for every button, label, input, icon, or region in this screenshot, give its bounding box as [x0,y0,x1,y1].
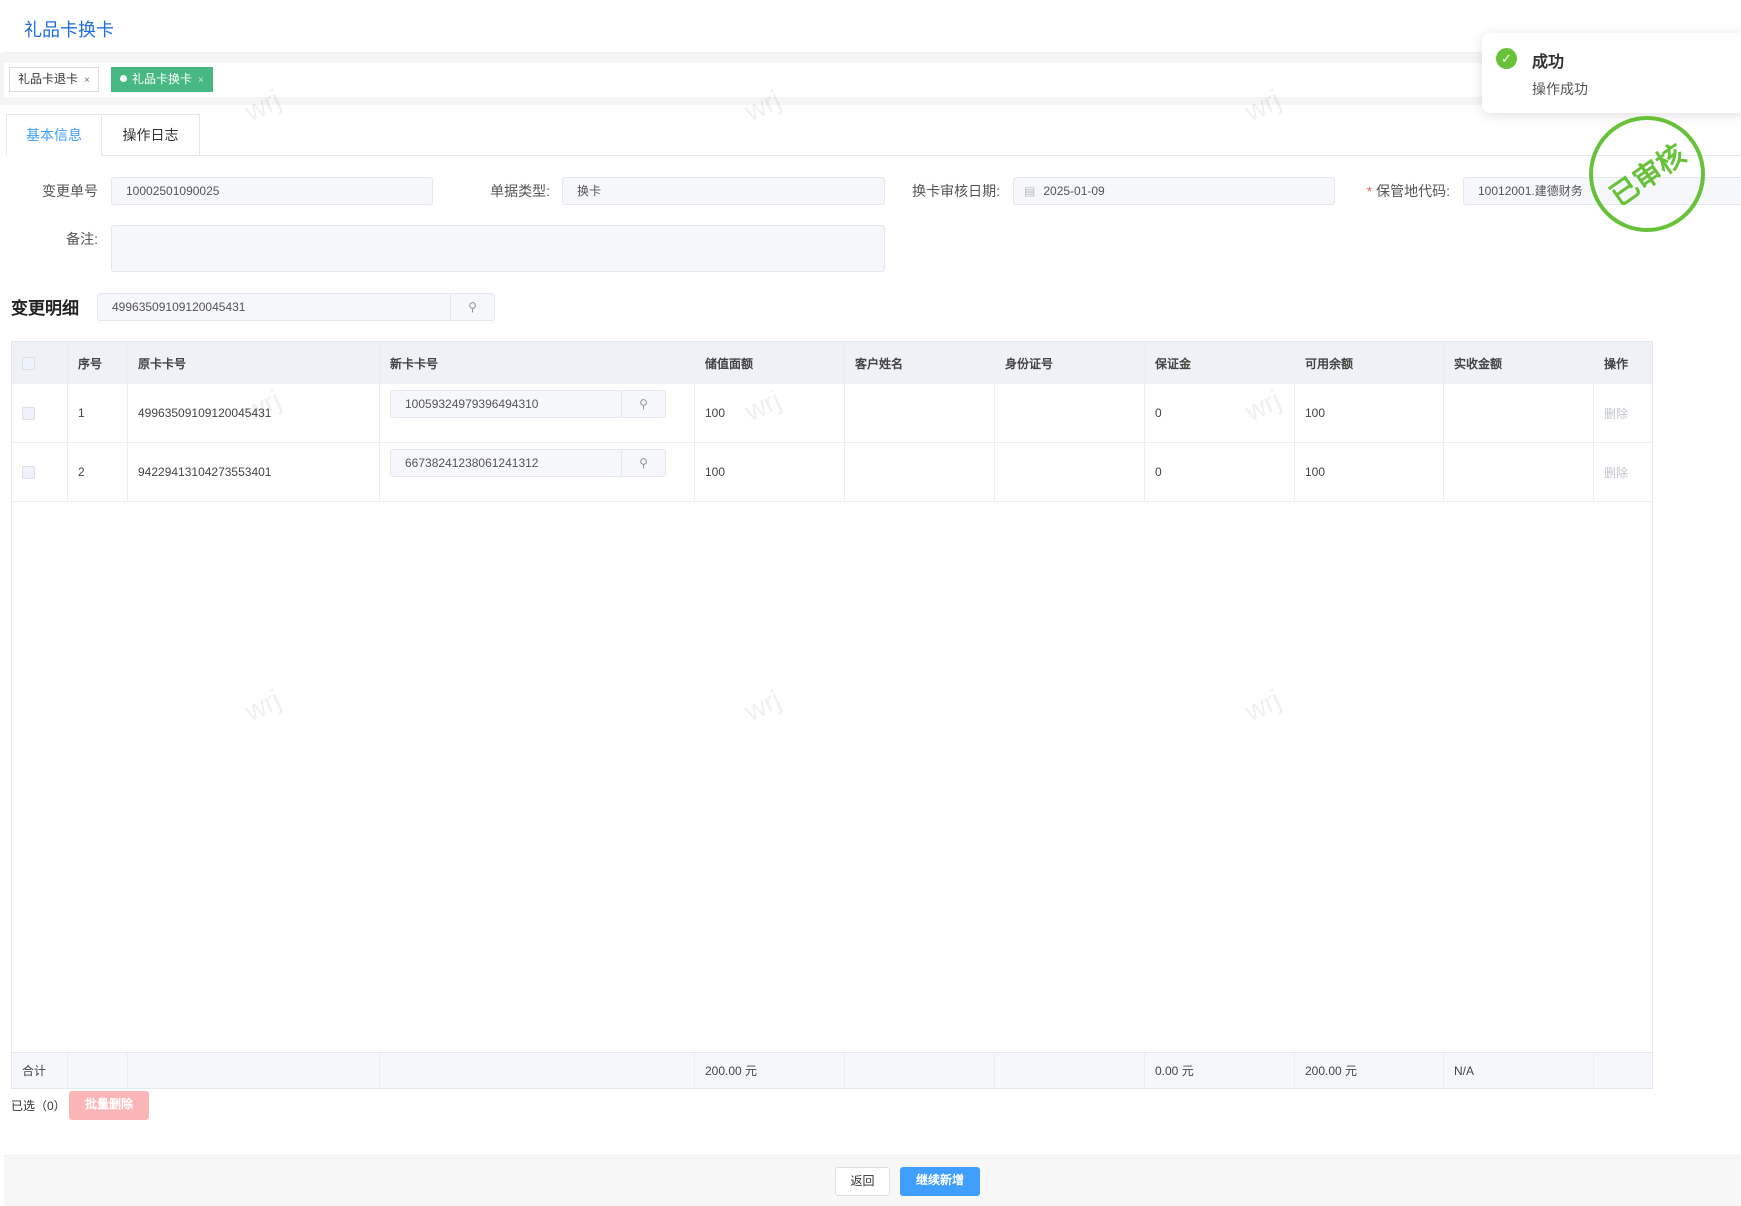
cell-deposit: 0 [1145,443,1295,501]
col-balance: 可用余额 [1295,342,1444,384]
selected-count: 已选（0） [11,1099,66,1113]
footer-cell [68,1053,128,1088]
detail-search-value: 49963509109120045431 [112,300,246,314]
col-deposit: 保证金 [1145,342,1295,384]
col-new-card: 新卡卡号 [380,342,695,384]
search-icon[interactable]: ⚲ [621,450,665,476]
back-button[interactable]: 返回 [835,1167,890,1196]
col-seq: 序号 [68,342,128,384]
table-footer: 合计 200.00 元 0.00 元 200.00 元 N/A [12,1052,1652,1088]
calendar-icon: ▤ [1024,184,1036,198]
close-icon[interactable]: × [84,75,90,86]
cell-balance: 100 [1295,443,1444,501]
footer-bar: 返回 继续新增 [4,1155,1741,1206]
col-received: 实收金额 [1444,342,1594,384]
cell-seq: 1 [68,384,128,442]
search-icon[interactable]: ⚲ [450,294,494,320]
doc-type-label: 单据类型: [490,183,550,199]
success-check-icon: ✓ [1496,48,1517,69]
col-id: 身份证号 [995,342,1145,384]
toast-message: 操作成功 [1532,81,1588,97]
cell-seq: 2 [68,443,128,501]
footer-cell [128,1053,380,1088]
footer-label: 合计 [12,1053,68,1088]
delete-link[interactable]: 删除 [1594,443,1654,501]
row-select[interactable] [12,384,68,442]
new-card-input[interactable]: 10059324979396494310 ⚲ [390,390,666,418]
tag-gift-card-refund[interactable]: 礼品卡退卡 × [9,67,99,92]
col-action: 操作 [1604,356,1629,371]
close-icon[interactable]: × [198,75,204,86]
cell-id [995,384,1145,442]
audit-date-value: 2025-01-09 [1043,184,1105,198]
success-toast: ✓ 成功 操作成功 [1482,33,1741,113]
table-header: 序号 原卡卡号 新卡卡号 储值面额 客户姓名 身份证号 保证金 可用余额 实收金… [12,342,1652,384]
remark-textarea[interactable] [111,225,885,272]
cell-new-card: 10059324979396494310 ⚲ [380,384,695,442]
header-select-all[interactable] [12,342,68,384]
new-card-value: 10059324979396494310 [405,397,539,411]
cell-old-card: 94229413104273553401 [128,443,380,501]
remark-label: 备注: [66,231,98,247]
tag-label: 礼品卡退卡 [18,72,79,86]
stamp-text: 已审核 [1604,138,1692,213]
cell-name [845,384,995,442]
audit-date-label: 换卡审核日期: [912,183,1000,199]
cell-new-card: 66738241238061241312 ⚲ [380,443,695,501]
table-row: 2 94229413104273553401 66738241238061241… [12,443,1652,502]
tag-label: 礼品卡换卡 [132,72,193,86]
page-header: 礼品卡换卡 [4,0,1741,53]
required-mark: * [1366,183,1373,199]
tag-gift-card-exchange[interactable]: 礼品卡换卡 × [111,67,213,92]
continue-add-button[interactable]: 继续新增 [900,1167,980,1196]
delete-link[interactable]: 删除 [1594,384,1654,442]
tab-operation-log[interactable]: 操作日志 [102,114,200,156]
footer-cell [845,1053,995,1088]
col-face: 储值面额 [695,342,845,384]
cell-received [1444,443,1594,501]
cell-received [1444,384,1594,442]
footer-balance: 200.00 元 [1295,1053,1444,1088]
checkbox[interactable] [22,356,35,370]
row-select[interactable] [12,443,68,501]
footer-cell [995,1053,1145,1088]
new-card-value: 66738241238061241312 [405,456,539,470]
checkbox[interactable] [22,406,35,420]
doc-type-field[interactable]: 换卡 [562,177,885,205]
toast-title: 成功 [1532,54,1565,71]
col-old-card: 原卡卡号 [128,342,380,384]
active-dot-icon [120,75,127,82]
audit-date-field[interactable]: ▤ 2025-01-09 [1013,177,1335,205]
batch-delete-button[interactable]: 批量删除 [69,1091,149,1120]
storage-code-label: * 保管地代码: [1330,177,1450,205]
detail-title: 变更明细 [11,299,79,318]
search-icon[interactable]: ⚲ [621,391,665,417]
storage-code-label-text: 保管地代码: [1376,183,1450,199]
new-card-input[interactable]: 66738241238061241312 ⚲ [390,449,666,477]
change-no-label: 变更单号 [42,183,98,199]
approved-stamp: 已审核 [1589,116,1705,232]
col-name: 客户姓名 [845,342,995,384]
footer-face: 200.00 元 [695,1053,845,1088]
cell-balance: 100 [1295,384,1444,442]
footer-deposit: 0.00 元 [1145,1053,1295,1088]
footer-cell [380,1053,695,1088]
cell-id [995,443,1145,501]
change-no-field[interactable]: 10002501090025 [111,177,433,205]
cell-name [845,443,995,501]
detail-search-input[interactable]: 49963509109120045431 ⚲ [97,293,495,321]
checkbox[interactable] [22,465,35,479]
footer-received: N/A [1444,1053,1594,1088]
page-title: 礼品卡换卡 [24,20,114,40]
tab-basic-info[interactable]: 基本信息 [6,114,102,156]
cell-face: 100 [695,443,845,501]
